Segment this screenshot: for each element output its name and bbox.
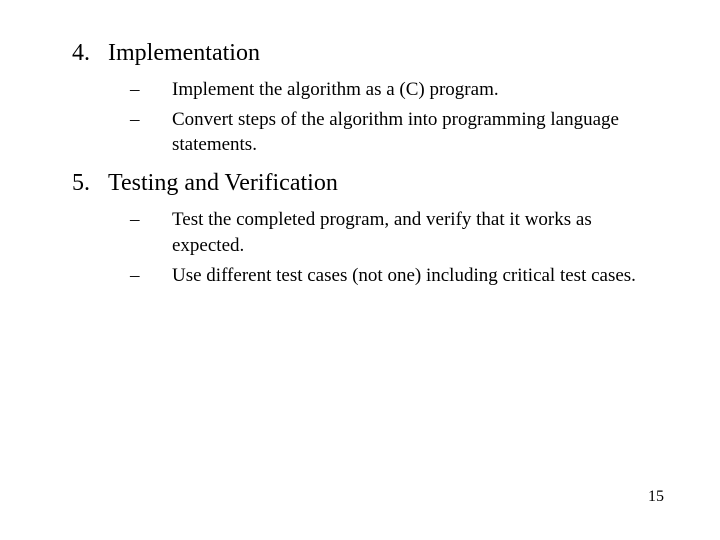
sub-item: – Use different test cases (not one) inc… bbox=[130, 263, 670, 289]
dash-icon: – bbox=[130, 207, 156, 233]
sub-text: Use different test cases (not one) inclu… bbox=[172, 263, 636, 289]
sub-list: – Test the completed program, and verify… bbox=[130, 207, 670, 288]
page-number: 15 bbox=[648, 488, 664, 506]
sub-item: – Convert steps of the algorithm into pr… bbox=[130, 107, 670, 158]
slide-body: 4. Implementation – Implement the algori… bbox=[0, 0, 720, 288]
dash-icon: – bbox=[130, 107, 156, 133]
item-heading: 4. Implementation bbox=[50, 38, 670, 69]
sub-text: Implement the algorithm as a (C) program… bbox=[172, 77, 499, 103]
sub-list: – Implement the algorithm as a (C) progr… bbox=[130, 77, 670, 158]
list-item: 5. Testing and Verification – Test the c… bbox=[50, 168, 670, 288]
dash-icon: – bbox=[130, 263, 156, 289]
sub-text: Convert steps of the algorithm into prog… bbox=[172, 107, 652, 158]
dash-icon: – bbox=[130, 77, 156, 103]
item-heading: 5. Testing and Verification bbox=[50, 168, 670, 199]
item-title: Testing and Verification bbox=[108, 168, 338, 199]
sub-text: Test the completed program, and verify t… bbox=[172, 207, 652, 258]
item-number: 4. bbox=[50, 38, 90, 69]
list-item: 4. Implementation – Implement the algori… bbox=[50, 38, 670, 158]
item-number: 5. bbox=[50, 168, 90, 199]
sub-item: – Test the completed program, and verify… bbox=[130, 207, 670, 258]
item-title: Implementation bbox=[108, 38, 260, 69]
sub-item: – Implement the algorithm as a (C) progr… bbox=[130, 77, 670, 103]
